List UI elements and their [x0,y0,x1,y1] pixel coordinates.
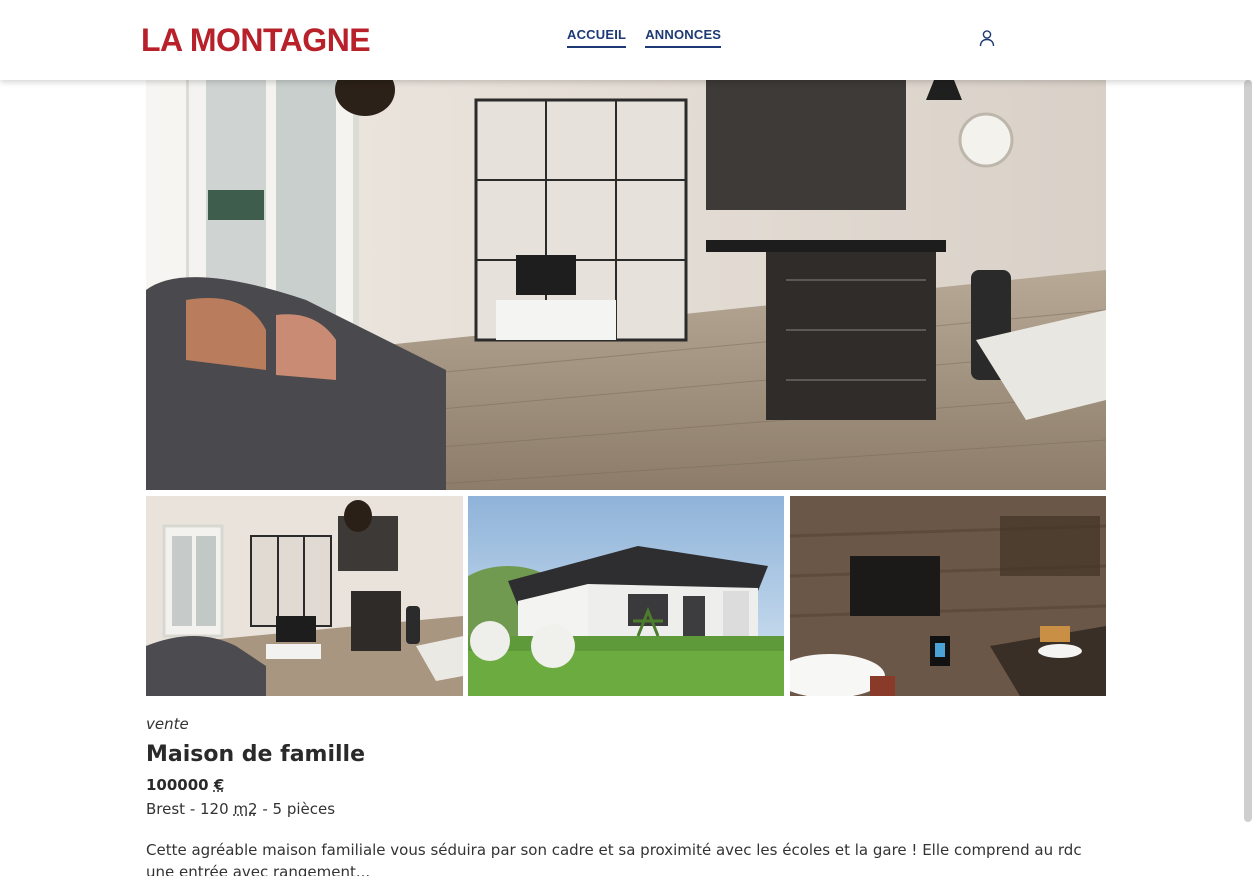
listing-type: vente [146,715,189,733]
price-value: 100000 [146,776,209,794]
page-scrollbar[interactable] [1244,80,1252,822]
listing-title: Maison de famille [146,742,366,767]
details-separator: - [185,800,201,818]
site-header: LA MONTAGNE ACCUEIL ANNONCES [0,0,1252,80]
main-nav: ACCUEIL ANNONCES [567,27,722,48]
nav-annonces[interactable]: ANNONCES [645,27,722,48]
listing-details: Brest - 120 m2 - 5 pièces [146,799,1106,819]
thumbnail-living-room[interactable] [146,496,463,696]
listing-info: vente Maison de famille 100000 € Brest -… [146,714,1106,876]
listing-surface: 120 [200,800,229,818]
main-listing-photo[interactable] [146,40,1106,490]
site-logo[interactable]: LA MONTAGNE [141,22,371,58]
thumbnail-bathroom[interactable] [790,496,1106,696]
listing-description: Cette agréable maison familiale vous séd… [146,841,1082,876]
nav-accueil[interactable]: ACCUEIL [567,27,627,48]
surface-unit: m2 [233,800,258,818]
thumbnail-house-exterior[interactable] [468,496,784,696]
listing-city: Brest [146,800,186,818]
currency-abbr: € [213,776,225,794]
listing-price: 100000 € [146,775,1106,795]
listing-rooms: - 5 pièces [257,800,336,818]
user-icon[interactable] [977,28,997,48]
